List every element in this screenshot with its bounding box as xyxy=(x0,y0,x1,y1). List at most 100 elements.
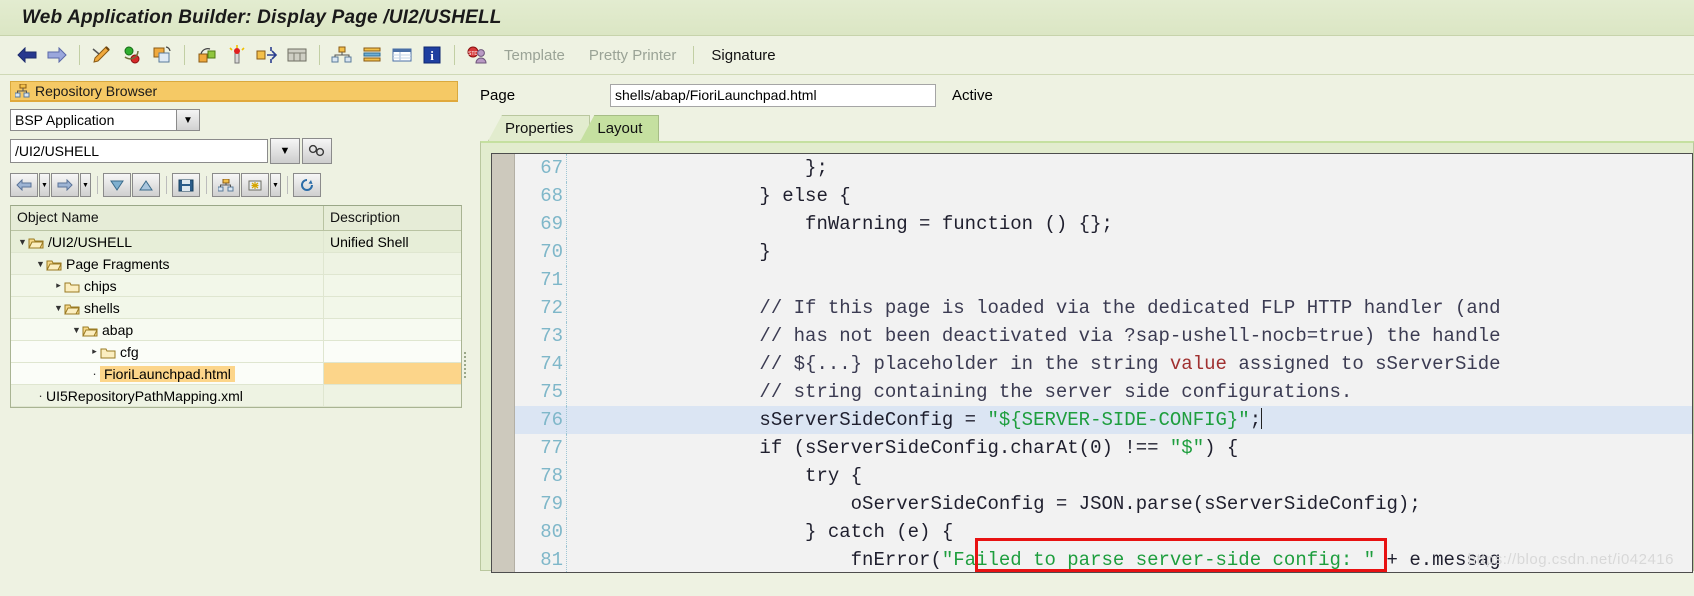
main-toolbar: i STD Template Pretty Printer Signature xyxy=(0,36,1694,75)
nav-divider-4 xyxy=(287,176,288,194)
navigate-icon[interactable] xyxy=(252,40,282,70)
svg-text:STD: STD xyxy=(468,51,478,57)
table-row[interactable]: ▼ Page Fragments xyxy=(11,253,461,275)
code-line[interactable]: 69 fnWarning = function () {}; xyxy=(515,210,1692,238)
code-line[interactable]: 78 try { xyxy=(515,462,1692,490)
stack-icon[interactable] xyxy=(357,40,387,70)
code-token: ) { xyxy=(1204,437,1239,459)
activate-icon[interactable] xyxy=(117,40,147,70)
code-line[interactable]: 74 // ${...} placeholder in the string v… xyxy=(515,350,1692,378)
object-type-select[interactable]: BSP Application ▼ xyxy=(10,109,200,131)
code-line[interactable]: 75 // string containing the server side … xyxy=(515,378,1692,406)
twisty-expanded-icon[interactable]: ▼ xyxy=(71,325,82,335)
code-token: // has not been deactivated via ?sap-ush… xyxy=(577,325,1501,347)
code-token: sServerSideConfig = xyxy=(577,409,988,431)
user-icon[interactable]: STD xyxy=(462,40,492,70)
code-line[interactable]: 71 xyxy=(515,266,1692,294)
code-token: assigned to sServerSide xyxy=(1226,353,1501,375)
nav-forward-menu-button[interactable]: ▼ xyxy=(80,173,91,197)
pretty-printer-button[interactable]: Pretty Printer xyxy=(577,47,689,64)
nav-divider xyxy=(97,176,98,194)
other-object-icon[interactable] xyxy=(192,40,222,70)
code-line[interactable]: 76 sServerSideConfig = "${SERVER-SIDE-CO… xyxy=(515,406,1692,434)
open-folder-icon xyxy=(82,322,98,338)
forward-icon[interactable] xyxy=(42,40,72,70)
code-token: } else { xyxy=(577,185,851,207)
tree-item-label: UI5RepositoryPathMapping.xml xyxy=(46,387,243,404)
closed-folder-icon xyxy=(100,344,116,360)
code-line[interactable]: 68 } else { xyxy=(515,182,1692,210)
code-token: // ${...} placeholder in the string xyxy=(577,353,1170,375)
twisty-expanded-icon[interactable]: ▼ xyxy=(17,237,28,247)
edit-pencil-icon[interactable] xyxy=(87,40,117,70)
object-search-button[interactable] xyxy=(302,138,332,164)
nav-back-menu-button[interactable]: ▼ xyxy=(39,173,50,197)
tree-cell-object-name: ▼ /UI2/USHELL xyxy=(11,231,324,252)
code-line[interactable]: 79 oServerSideConfig = JSON.parse(sServe… xyxy=(515,490,1692,518)
line-number: 78 xyxy=(515,462,567,490)
nav-back-button[interactable] xyxy=(10,173,38,197)
object-name-input[interactable]: /UI2/USHELL xyxy=(10,139,268,163)
table-row[interactable]: ▸ cfg xyxy=(11,341,461,363)
layout-tab-pane: 67 }; 68 } else {69 fnWarning = function … xyxy=(480,141,1694,573)
info-icon[interactable]: i xyxy=(417,40,447,70)
twisty-expanded-icon[interactable]: ▼ xyxy=(53,303,64,313)
code-line[interactable]: 70 } xyxy=(515,238,1692,266)
object-name-dropdown-button[interactable]: ▼ xyxy=(270,138,300,164)
save-button[interactable] xyxy=(172,173,200,197)
table-row[interactable]: ▸ chips xyxy=(11,275,461,297)
refresh-button[interactable] xyxy=(293,173,321,197)
chevron-down-icon[interactable]: ▼ xyxy=(176,110,199,130)
signature-button[interactable]: Signature xyxy=(699,47,787,64)
tree-cell-object-name: · FioriLaunchpad.html xyxy=(11,363,324,384)
code-line[interactable]: 73 // has not been deactivated via ?sap-… xyxy=(515,322,1692,350)
table-row[interactable]: · UI5RepositoryPathMapping.xml xyxy=(11,385,461,407)
code-line[interactable]: 80 } catch (e) { xyxy=(515,518,1692,546)
line-number: 75 xyxy=(515,378,567,406)
display-icon[interactable] xyxy=(282,40,312,70)
code-line[interactable]: 72 // If this page is loaded via the ded… xyxy=(515,294,1692,322)
tree-cell-description xyxy=(324,319,461,340)
table-row[interactable]: ▼ /UI2/USHELL Unified Shell xyxy=(11,231,461,253)
line-number: 73 xyxy=(515,322,567,350)
leaf-dot-icon: · xyxy=(92,366,97,381)
code-token: }; xyxy=(577,157,828,179)
copy-icon[interactable] xyxy=(147,40,177,70)
hierarchy-button[interactable] xyxy=(212,173,240,197)
expand-up-button[interactable] xyxy=(132,173,160,197)
enhance-icon[interactable] xyxy=(222,40,252,70)
nav-forward-button[interactable] xyxy=(51,173,79,197)
code-line[interactable]: 77 if (sServerSideConfig.charAt(0) !== "… xyxy=(515,434,1692,462)
table-icon[interactable] xyxy=(387,40,417,70)
line-number: 72 xyxy=(515,294,567,322)
new-object-button[interactable] xyxy=(241,173,269,197)
code-text: }; xyxy=(567,154,1692,182)
twisty-expanded-icon[interactable]: ▼ xyxy=(35,259,46,269)
collapse-all-button[interactable] xyxy=(103,173,131,197)
editor-breakpoint-margin[interactable] xyxy=(492,154,515,572)
tree-cell-description xyxy=(324,341,461,362)
tree-cell-object-name: ▸ cfg xyxy=(11,341,324,362)
title-bar: Web Application Builder: Display Page /U… xyxy=(0,0,1694,36)
code-text: try { xyxy=(567,462,1692,490)
nav-divider-2 xyxy=(166,176,167,194)
code-token: // string containing the server side con… xyxy=(577,381,1353,403)
table-row[interactable]: ▼ abap xyxy=(11,319,461,341)
tree-cell-description xyxy=(324,297,461,318)
hierarchy-icon[interactable] xyxy=(327,40,357,70)
twisty-collapsed-icon[interactable]: ▸ xyxy=(89,346,100,357)
twisty-collapsed-icon[interactable]: ▸ xyxy=(53,280,64,291)
editor-text-area[interactable]: 67 }; 68 } else {69 fnWarning = function … xyxy=(515,154,1692,572)
tab-layout[interactable]: Layout xyxy=(580,115,660,141)
code-editor[interactable]: 67 }; 68 } else {69 fnWarning = function … xyxy=(491,153,1693,573)
page-path-input[interactable]: shells/abap/FioriLaunchpad.html xyxy=(610,83,936,107)
code-line[interactable]: 67 }; xyxy=(515,154,1692,182)
tab-properties[interactable]: Properties xyxy=(488,115,591,141)
code-token: ; xyxy=(1249,409,1262,431)
table-row[interactable]: ▼ shells xyxy=(11,297,461,319)
back-icon[interactable] xyxy=(12,40,42,70)
template-button[interactable]: Template xyxy=(492,47,577,64)
new-object-menu-button[interactable]: ▼ xyxy=(270,173,281,197)
code-text: } xyxy=(567,238,1692,266)
table-row[interactable]: · FioriLaunchpad.html xyxy=(11,363,461,385)
